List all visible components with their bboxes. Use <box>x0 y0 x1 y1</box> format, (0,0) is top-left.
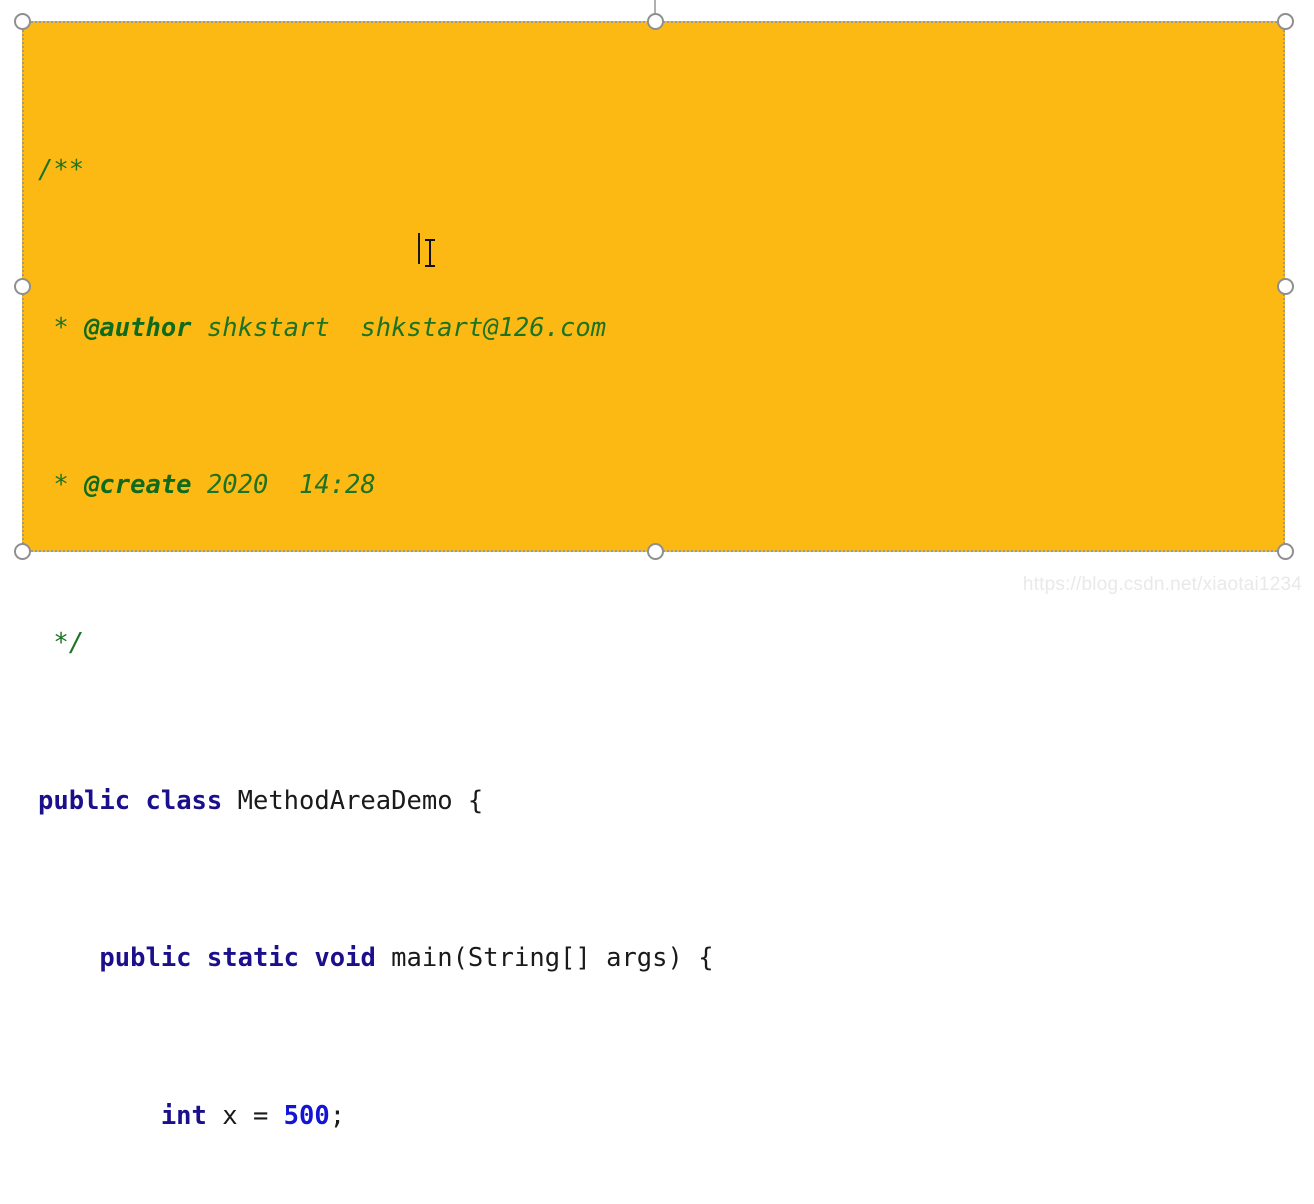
handle-top-center[interactable] <box>646 12 664 30</box>
number-500: 500 <box>283 1100 330 1131</box>
handle-bottom-left[interactable] <box>13 542 31 560</box>
code-line: int x = 500; <box>38 1097 1281 1136</box>
handle-top-right[interactable] <box>1276 12 1294 30</box>
brace-open: { <box>467 785 484 816</box>
javadoc-tag-create: @create <box>84 470 192 501</box>
code-line: public class MethodAreaDemo { <box>38 782 1281 821</box>
brace-open: { <box>698 943 714 974</box>
keyword-void: void <box>314 943 376 974</box>
handle-middle-right[interactable] <box>1276 277 1294 295</box>
comment-open: /** <box>38 155 85 186</box>
code-editor-text[interactable]: /** * @author shkstart shkstart@126.com … <box>38 33 1281 1131</box>
comment-star: * <box>38 312 85 343</box>
keyword-public: public <box>38 785 131 816</box>
code-line: /** <box>38 151 1281 190</box>
semicolon: ; <box>329 1100 346 1131</box>
keyword-static: static <box>206 943 300 974</box>
class-name: MethodAreaDemo <box>237 785 453 816</box>
text-caret <box>418 233 420 264</box>
method-signature-main: main(String[] args) <box>391 943 683 974</box>
code-line: */ <box>38 624 1281 663</box>
watermark-url: https://blog.csdn.net/xiaotai1234 <box>1022 574 1302 595</box>
keyword-public: public <box>99 943 192 974</box>
javadoc-tag-author: @author <box>84 312 192 343</box>
variable-x: x <box>222 1100 238 1131</box>
handle-bottom-right[interactable] <box>1276 542 1294 560</box>
comment-close: */ <box>38 628 85 659</box>
comment-star: * <box>38 470 85 501</box>
handle-bottom-center[interactable] <box>646 542 664 560</box>
code-line: * @author shkstart shkstart@126.com <box>38 309 1281 348</box>
keyword-int: int <box>160 1100 207 1131</box>
code-snippet-object[interactable]: /** * @author shkstart shkstart@126.com … <box>22 21 1285 1131</box>
code-line: * @create 2020 14:28 <box>38 466 1281 505</box>
handle-middle-left[interactable] <box>13 277 31 295</box>
code-line: public static void main(String[] args) { <box>38 939 1281 978</box>
handle-top-left[interactable] <box>13 12 31 30</box>
javadoc-author-value: shkstart shkstart@126.com <box>191 312 607 343</box>
keyword-class: class <box>145 785 223 816</box>
javadoc-create-value: 2020 14:28 <box>191 470 376 501</box>
assign-operator: = <box>237 1100 284 1131</box>
